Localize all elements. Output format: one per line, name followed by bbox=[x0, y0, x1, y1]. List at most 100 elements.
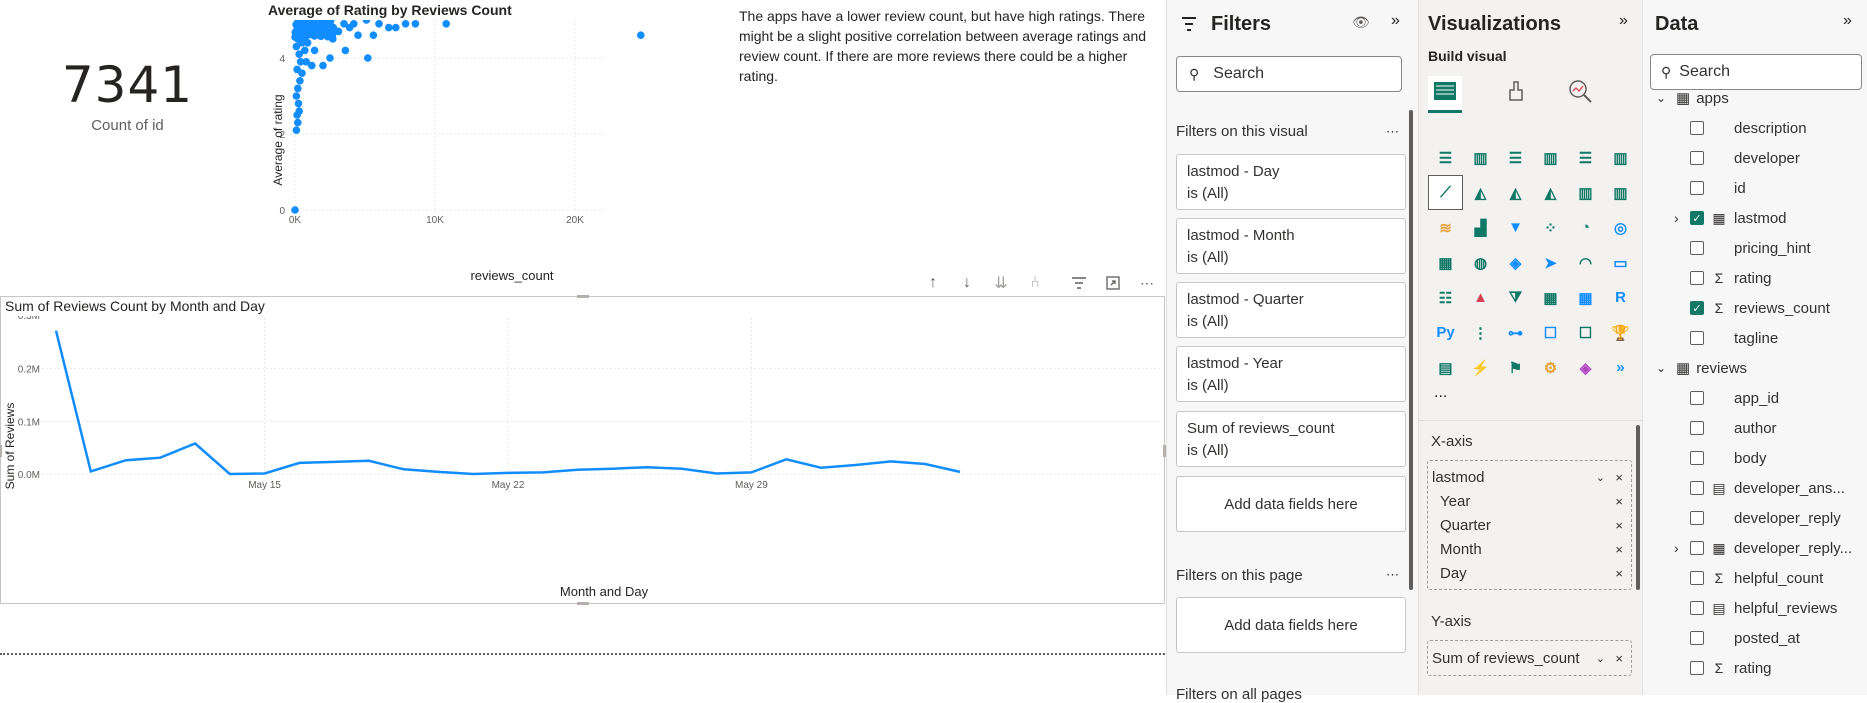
field-checkbox[interactable] bbox=[1690, 661, 1704, 675]
scatter-point[interactable] bbox=[294, 84, 302, 93]
scatter-point[interactable] bbox=[301, 46, 309, 55]
expand-next-level-icon[interactable]: ⇊ bbox=[990, 272, 1012, 294]
viz-100-stacked-area-chart[interactable]: ◭ bbox=[1533, 175, 1568, 210]
field-row[interactable]: ✓ Σreviews_count bbox=[1642, 293, 1867, 323]
eye-icon[interactable]: 👁 bbox=[1352, 14, 1370, 31]
scatter-point[interactable] bbox=[310, 46, 319, 55]
expand-icon[interactable]: › bbox=[1674, 210, 1688, 226]
field-row[interactable]: developer_reply bbox=[1642, 503, 1867, 533]
expand-icon[interactable]: › bbox=[1674, 540, 1688, 556]
viz-stacked-bar-chart[interactable]: ☰ bbox=[1428, 140, 1463, 175]
collapse-data-icon[interactable]: » bbox=[1843, 12, 1852, 30]
scatter-point[interactable] bbox=[442, 20, 450, 28]
remove-field-icon[interactable]: × bbox=[1615, 470, 1623, 485]
resize-handle-bottom[interactable] bbox=[577, 602, 589, 605]
field-row[interactable]: Σhelpful_count bbox=[1642, 563, 1867, 593]
chevron-down-icon[interactable]: ⌄ bbox=[1656, 361, 1672, 375]
x-subfield-day[interactable]: Day × bbox=[1428, 561, 1631, 585]
scatter-point[interactable] bbox=[385, 23, 393, 32]
viz-matrix[interactable]: ▦ bbox=[1568, 280, 1603, 315]
field-checkbox[interactable]: ✓ bbox=[1690, 301, 1704, 315]
viz-gauge[interactable]: ◠ bbox=[1568, 245, 1603, 280]
viz-chevron-visual[interactable]: » bbox=[1603, 350, 1638, 385]
filter-card-month[interactable]: lastmod - Month is (All) bbox=[1176, 218, 1406, 274]
viz-treemap[interactable]: ▦ bbox=[1428, 245, 1463, 280]
viz-decomposition-tree[interactable]: ⊶ bbox=[1498, 315, 1533, 350]
field-checkbox[interactable]: ✓ bbox=[1690, 211, 1704, 225]
filter-card-year[interactable]: lastmod - Year is (All) bbox=[1176, 346, 1406, 402]
chevron-down-icon[interactable]: ⌄ bbox=[1596, 471, 1605, 484]
filters-scrollbar[interactable] bbox=[1409, 110, 1413, 590]
scatter-point[interactable] bbox=[350, 20, 358, 28]
viz-stacked-column-chart[interactable]: ▥ bbox=[1463, 140, 1498, 175]
focus-mode-icon[interactable] bbox=[1102, 272, 1124, 294]
scatter-point[interactable] bbox=[354, 31, 362, 39]
viz-key-influencers[interactable]: ⋮ bbox=[1463, 315, 1498, 350]
field-row[interactable]: id bbox=[1642, 173, 1867, 203]
collapse-filters-icon[interactable]: » bbox=[1391, 12, 1400, 30]
drill-up-icon[interactable]: ↑ bbox=[922, 272, 944, 294]
field-row[interactable]: Σrating bbox=[1642, 653, 1867, 683]
field-row[interactable]: body bbox=[1642, 443, 1867, 473]
scatter-point[interactable] bbox=[325, 24, 334, 33]
field-row[interactable]: › ▦ developer_reply... bbox=[1642, 533, 1867, 563]
viz-pie-chart[interactable]: ◔ bbox=[1568, 210, 1603, 245]
resize-handle-top[interactable] bbox=[577, 295, 589, 298]
field-row[interactable]: pricing_hint bbox=[1642, 233, 1867, 263]
filter-icon[interactable] bbox=[1068, 272, 1090, 294]
field-checkbox[interactable] bbox=[1690, 181, 1704, 195]
field-checkbox[interactable] bbox=[1690, 421, 1704, 435]
field-checkbox[interactable] bbox=[1690, 631, 1704, 645]
visualizations-scrollbar[interactable] bbox=[1636, 425, 1640, 590]
viz-qna[interactable]: ☐ bbox=[1533, 315, 1568, 350]
add-visual-filter-well[interactable]: Add data fields here bbox=[1176, 476, 1406, 532]
scatter-point[interactable] bbox=[326, 54, 334, 62]
field-checkbox[interactable] bbox=[1690, 481, 1704, 495]
viz-100-stacked-column-chart[interactable]: ▥ bbox=[1603, 140, 1638, 175]
viz-area-chart[interactable]: ◭ bbox=[1463, 175, 1498, 210]
viz-card[interactable]: ▭ bbox=[1603, 245, 1638, 280]
x-subfield-quarter[interactable]: Quarter × bbox=[1428, 513, 1631, 537]
field-row[interactable]: developer bbox=[1642, 143, 1867, 173]
scatter-point[interactable] bbox=[375, 20, 383, 28]
table-apps[interactable]: ⌄ ▦ apps bbox=[1642, 83, 1867, 113]
field-checkbox[interactable] bbox=[1690, 271, 1704, 285]
insight-text-box[interactable]: The apps have a lower review count, but … bbox=[739, 6, 1161, 86]
viz-filled-map[interactable]: ◈ bbox=[1498, 245, 1533, 280]
build-visual-tab[interactable] bbox=[1428, 76, 1462, 113]
field-row[interactable]: › ✓ ▦ lastmod bbox=[1642, 203, 1867, 233]
scatter-point[interactable] bbox=[637, 31, 645, 39]
scatter-point[interactable] bbox=[401, 20, 410, 28]
viz-paginated-report[interactable]: ▤ bbox=[1428, 350, 1463, 385]
remove-field-icon[interactable]: × bbox=[1615, 566, 1623, 581]
remove-field-icon[interactable]: × bbox=[1615, 518, 1623, 533]
filter-card-day[interactable]: lastmod - Day is (All) bbox=[1176, 154, 1406, 210]
field-row[interactable]: ▤ helpful_reviews bbox=[1642, 593, 1867, 623]
page-filters-more-icon[interactable]: ⋯ bbox=[1386, 567, 1399, 583]
viz-power-apps[interactable]: ⚡ bbox=[1463, 350, 1498, 385]
field-checkbox[interactable] bbox=[1690, 331, 1704, 345]
remove-field-icon[interactable]: × bbox=[1615, 494, 1623, 509]
viz-donut-chart[interactable]: ◎ bbox=[1603, 210, 1638, 245]
field-checkbox[interactable] bbox=[1690, 451, 1704, 465]
x-subfield-month[interactable]: Month × bbox=[1428, 537, 1631, 561]
viz-map[interactable]: ◍ bbox=[1463, 245, 1498, 280]
viz-smart-narrative[interactable]: ☐ bbox=[1568, 315, 1603, 350]
visual-filters-more-icon[interactable]: ⋯ bbox=[1386, 124, 1399, 140]
field-row[interactable]: Σrating bbox=[1642, 263, 1867, 293]
viz-ribbon-chart[interactable]: ≋ bbox=[1428, 210, 1463, 245]
scatter-point[interactable] bbox=[340, 20, 348, 28]
expand-hierarchy-icon[interactable]: ⑃ bbox=[1024, 272, 1046, 294]
viz-funnel-chart[interactable]: ▼ bbox=[1498, 210, 1533, 245]
field-row[interactable]: posted_at bbox=[1642, 623, 1867, 653]
remove-field-icon[interactable]: × bbox=[1615, 651, 1623, 666]
field-checkbox[interactable] bbox=[1690, 391, 1704, 405]
viz-waterfall-chart[interactable]: ▟ bbox=[1463, 210, 1498, 245]
scatter-point[interactable] bbox=[362, 20, 371, 24]
field-checkbox[interactable] bbox=[1690, 601, 1704, 615]
analytics-tab[interactable] bbox=[1565, 76, 1595, 106]
viz-clustered-bar-chart[interactable]: ☰ bbox=[1498, 140, 1533, 175]
field-row[interactable]: author bbox=[1642, 413, 1867, 443]
viz-multi-row-card[interactable]: ☷ bbox=[1428, 280, 1463, 315]
filter-card-reviews-count[interactable]: Sum of reviews_count is (All) bbox=[1176, 411, 1406, 467]
